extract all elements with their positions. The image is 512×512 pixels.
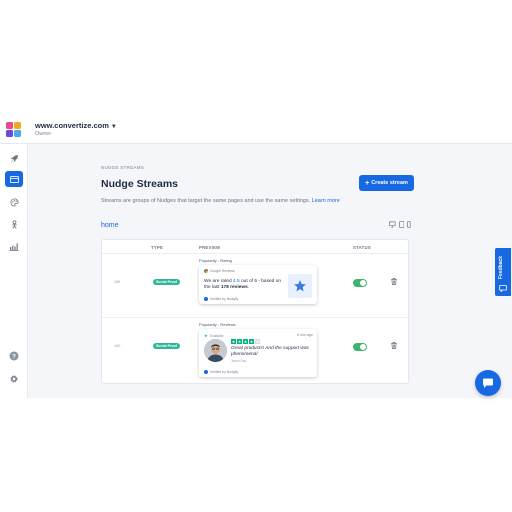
star-icon [294, 280, 306, 292]
device-targeting [389, 221, 411, 229]
app-window: www.convertize.com ▼ Owner ? NUDGE STREAM… [0, 112, 512, 398]
logo[interactable] [6, 122, 22, 138]
reviews-count: 178 reviews [220, 285, 248, 290]
review-star: ★ [231, 339, 236, 344]
table-row[interactable]: 188 Social Proof Popularity - Rating Goo… [102, 254, 408, 318]
svg-text:?: ? [12, 353, 16, 360]
type-badge: Social Proof [153, 343, 180, 349]
tablet-icon[interactable] [398, 221, 405, 228]
plus-icon: + [365, 179, 370, 187]
trash-icon[interactable] [391, 342, 397, 349]
review-star: ★ [249, 339, 254, 344]
create-stream-button[interactable]: + Create stream [359, 175, 414, 191]
star-tile [288, 274, 312, 298]
rocket-icon [10, 154, 18, 162]
create-stream-label: Create stream [371, 180, 408, 186]
toggle-knob [360, 280, 366, 286]
chat-launcher-button[interactable] [475, 370, 501, 396]
feedback-label: Feedback [498, 255, 504, 279]
rating-value: 4.5 [232, 279, 240, 284]
verified-text: Verified by Nudgify [210, 370, 239, 374]
review-text: Great products! And the support was phen… [231, 346, 309, 357]
status-toggle[interactable] [353, 343, 367, 351]
sidebar-item-launch[interactable] [5, 150, 23, 166]
nudge-preview-card[interactable]: ★ Trustpilot 6 min ago ★ ★ ★ ★ ★ Great produc… [199, 329, 317, 377]
nudges-table: TYPE PREVIEW STATUS 188 Social Proof Pop… [101, 239, 409, 384]
nudge-id: 188 [114, 280, 121, 284]
site-selector[interactable]: www.convertize.com ▼ [35, 121, 117, 130]
sidebar-item-settings[interactable] [5, 371, 23, 387]
rating-text-after: . [247, 285, 250, 290]
source-line: Google Reviews [204, 269, 235, 273]
desktop-icon[interactable] [389, 221, 396, 228]
site-name: www.convertize.com [35, 121, 109, 130]
column-status: STATUS [353, 245, 371, 250]
gear-icon [10, 375, 18, 383]
status-toggle[interactable] [353, 279, 367, 287]
time-ago: 6 min ago [297, 333, 313, 337]
column-type: TYPE [151, 245, 164, 250]
reviewer-name: Jason Day [231, 359, 247, 363]
learn-more-link[interactable]: Learn more [312, 198, 340, 204]
sidebar-item-help[interactable]: ? [5, 348, 23, 364]
review-star: ★ [237, 339, 242, 344]
streams-icon [9, 175, 19, 183]
stream-name[interactable]: home [101, 222, 119, 229]
subtitle-text: Streams are groups of Nudges that target… [101, 198, 311, 204]
sidebar-item-audience[interactable] [5, 216, 23, 232]
site-role: Owner [35, 131, 52, 137]
verified-icon [204, 370, 208, 374]
avatar [204, 339, 227, 362]
source-name: Google Reviews [210, 269, 235, 273]
sidebar-item-analytics[interactable] [5, 238, 23, 254]
verified-text: Verified by Nudgify [210, 297, 239, 301]
source-line: ★ Trustpilot [204, 333, 223, 338]
sidebar-item-design[interactable] [5, 194, 23, 210]
rating-text-before: We are rated [204, 279, 233, 284]
page-title: Nudge Streams [101, 178, 179, 190]
column-preview: PREVIEW [199, 245, 221, 250]
trustpilot-icon: ★ [204, 333, 208, 338]
nudge-preview-card[interactable]: Google Reviews We are rated 4.5 out of 5… [199, 265, 317, 304]
top-bar: www.convertize.com ▼ Owner [0, 112, 512, 144]
table-header: TYPE PREVIEW STATUS [102, 240, 408, 254]
palette-icon [9, 197, 19, 207]
feedback-tab[interactable]: Feedback [495, 248, 511, 296]
verified-line: Verified by Nudgify [204, 370, 238, 374]
caret-down-icon: ▼ [110, 124, 117, 130]
nudge-id: 189 [114, 344, 121, 348]
mobile-icon[interactable] [407, 221, 411, 228]
preview-label: Popularity - Reviews [199, 322, 236, 327]
type-badge: Social Proof [153, 279, 180, 285]
main-content: NUDGE STREAMS Nudge Streams + Create stre… [28, 144, 512, 398]
verified-line: Verified by Nudgify [204, 297, 238, 301]
rating-text: We are rated 4.5 out of 5 - based on the… [204, 279, 282, 291]
help-icon: ? [9, 351, 19, 361]
sidebar-item-streams[interactable] [5, 171, 23, 187]
feedback-icon [499, 285, 507, 292]
review-star: ★ [243, 339, 248, 344]
table-row[interactable]: 189 Social Proof Popularity - Reviews ★ T… [102, 318, 408, 382]
review-star: ★ [255, 339, 260, 344]
verified-icon [204, 297, 208, 301]
trash-icon[interactable] [391, 278, 397, 285]
preview-label: Popularity - Rating [199, 258, 232, 263]
person-icon [11, 219, 17, 229]
analytics-icon [9, 243, 19, 251]
review-stars: ★ ★ ★ ★ ★ [231, 339, 260, 344]
breadcrumb: NUDGE STREAMS [101, 165, 145, 170]
toggle-knob [360, 344, 366, 350]
source-name: Trustpilot [209, 333, 224, 338]
page-subtitle: Streams are groups of Nudges that target… [101, 198, 340, 204]
chat-icon [483, 378, 493, 388]
google-icon [204, 269, 208, 273]
sidebar: ? [0, 144, 28, 398]
